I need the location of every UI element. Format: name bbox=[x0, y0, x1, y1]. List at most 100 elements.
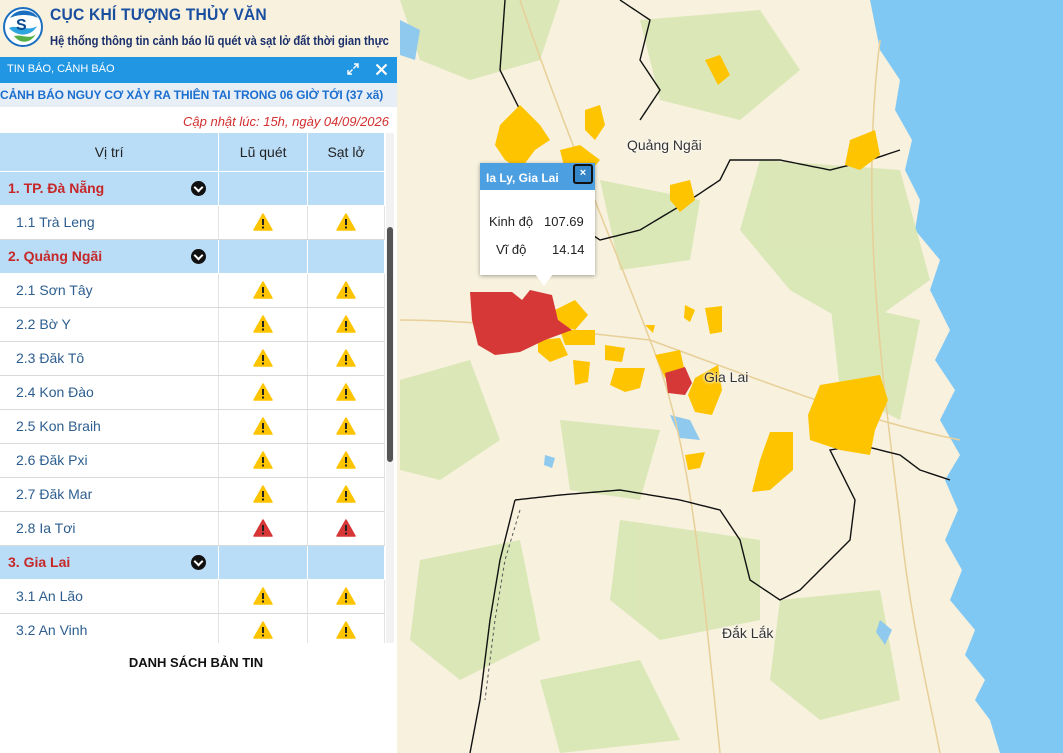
svg-text:S: S bbox=[16, 17, 27, 34]
landslide-cell bbox=[307, 341, 385, 376]
commune-row[interactable]: 2.1 Sơn Tây bbox=[0, 273, 385, 308]
landslide-cell bbox=[307, 477, 385, 512]
close-icon[interactable] bbox=[373, 61, 389, 77]
popup-lat-value: 14.14 bbox=[552, 242, 585, 257]
commune-name[interactable]: 2.6 Đăk Pxi bbox=[0, 443, 220, 478]
yellow-warning-icon bbox=[336, 587, 356, 605]
commune-name[interactable]: 2.5 Kon Braih bbox=[0, 409, 220, 444]
warning-table-body: 1. TP. Đà Nẵng 1.1 Trà Leng 2. Quảng Ngãi 2… bbox=[0, 171, 385, 643]
province-row[interactable]: 1. TP. Đà Nẵng bbox=[0, 171, 385, 206]
commune-name[interactable]: 2.8 Ia Tơi bbox=[0, 511, 220, 546]
yellow-warning-icon bbox=[253, 485, 273, 503]
commune-row[interactable]: 2.4 Kon Đào bbox=[0, 375, 385, 410]
system-subtitle: Hệ thống thông tin cảnh báo lũ quét và s… bbox=[50, 33, 389, 48]
col-flash-flood: Lũ quét bbox=[218, 133, 309, 172]
flash-flood-cell bbox=[218, 341, 309, 376]
yellow-warning-icon bbox=[336, 281, 356, 299]
popup-lat-label: Vĩ độ bbox=[496, 242, 527, 257]
commune-name[interactable]: 1.1 Trà Leng bbox=[0, 205, 220, 240]
province-label: 3. Gia Lai bbox=[8, 554, 71, 570]
yellow-warning-icon bbox=[253, 383, 273, 401]
yellow-warning-icon bbox=[336, 417, 356, 435]
update-timestamp: Cập nhật lúc: 15h, ngày 04/09/2026 bbox=[183, 114, 389, 129]
chevron-down-icon[interactable] bbox=[191, 180, 207, 196]
panel-title: TIN BÁO, CẢNH BÁO bbox=[7, 63, 115, 75]
yellow-warning-icon bbox=[336, 621, 356, 639]
chevron-down-icon[interactable] bbox=[191, 248, 207, 264]
popup-title: Ia Ly, Gia Lai bbox=[486, 171, 559, 185]
commune-row[interactable]: 2.7 Đăk Mar bbox=[0, 477, 385, 512]
app-header: S CỤC KHÍ TƯỢNG THỦY VĂN Hệ thống thông … bbox=[0, 0, 397, 57]
landslide-cell bbox=[307, 307, 385, 342]
province-name[interactable]: 3. Gia Lai bbox=[0, 545, 220, 580]
commune-row[interactable]: 2.2 Bờ Y bbox=[0, 307, 385, 342]
flash-flood-cell bbox=[218, 443, 309, 478]
yellow-warning-icon bbox=[253, 349, 273, 367]
commune-name[interactable]: 3.2 An Vinh bbox=[0, 613, 220, 643]
yellow-warning-icon bbox=[336, 315, 356, 333]
commune-name[interactable]: 2.2 Bờ Y bbox=[0, 307, 220, 342]
commune-row[interactable]: 3.1 An Lão bbox=[0, 579, 385, 614]
province-label: 1. TP. Đà Nẵng bbox=[8, 180, 105, 196]
yellow-warning-icon bbox=[336, 213, 356, 231]
province-name[interactable]: 2. Quảng Ngãi bbox=[0, 239, 220, 274]
landslide-cell bbox=[307, 409, 385, 444]
commune-name[interactable]: 2.1 Sơn Tây bbox=[0, 273, 220, 308]
popup-lon-label: Kinh độ bbox=[489, 214, 534, 229]
landslide-cell bbox=[307, 613, 385, 643]
province-landslide-cell bbox=[307, 545, 385, 580]
commune-name[interactable]: 2.7 Đăk Mar bbox=[0, 477, 220, 512]
chevron-down-icon[interactable] bbox=[191, 554, 207, 570]
commune-row[interactable]: 2.8 Ia Tơi bbox=[0, 511, 385, 546]
yellow-warning-icon bbox=[253, 451, 273, 469]
province-flash-cell bbox=[218, 171, 309, 206]
province-landslide-cell bbox=[307, 239, 385, 274]
red-warning-icon bbox=[253, 519, 273, 537]
yellow-warning-icon bbox=[336, 383, 356, 401]
yellow-warning-icon bbox=[253, 587, 273, 605]
flash-flood-cell bbox=[218, 511, 309, 546]
flash-flood-cell bbox=[218, 375, 309, 410]
red-warning-icon bbox=[336, 519, 356, 537]
flash-flood-cell bbox=[218, 409, 309, 444]
commune-row[interactable]: 2.6 Đăk Pxi bbox=[0, 443, 385, 478]
province-flash-cell bbox=[218, 545, 309, 580]
popup-pointer bbox=[535, 274, 553, 286]
map-label-gia-lai: Gia Lai bbox=[704, 369, 749, 385]
landslide-cell bbox=[307, 375, 385, 410]
expand-icon[interactable] bbox=[345, 61, 361, 77]
flash-flood-cell bbox=[218, 273, 309, 308]
commune-name[interactable]: 2.3 Đăk Tô bbox=[0, 341, 220, 376]
yellow-warning-icon bbox=[253, 621, 273, 639]
panel-titlebar: TIN BÁO, CẢNH BÁO bbox=[0, 57, 397, 83]
landslide-cell bbox=[307, 273, 385, 308]
commune-row[interactable]: 2.3 Đăk Tô bbox=[0, 341, 385, 376]
commune-row[interactable]: 3.2 An Vinh bbox=[0, 613, 385, 643]
province-row[interactable]: 3. Gia Lai bbox=[0, 545, 385, 580]
flash-flood-cell bbox=[218, 613, 309, 643]
yellow-warning-icon bbox=[253, 417, 273, 435]
yellow-warning-icon bbox=[336, 485, 356, 503]
popup-header: Ia Ly, Gia Lai × bbox=[480, 163, 595, 190]
yellow-warning-icon bbox=[253, 315, 273, 333]
popup-close-button[interactable]: × bbox=[573, 164, 593, 184]
agency-title: CỤC KHÍ TƯỢNG THỦY VĂN bbox=[50, 5, 267, 24]
yellow-warning-icon bbox=[336, 349, 356, 367]
col-location: Vị trí bbox=[0, 133, 220, 172]
landslide-cell bbox=[307, 205, 385, 240]
popup-lon-value: 107.69 bbox=[544, 214, 584, 229]
province-row[interactable]: 2. Quảng Ngãi bbox=[0, 239, 385, 274]
warning-heading: CẢNH BÁO NGUY CƠ XẢY RA THIÊN TAI TRONG … bbox=[0, 83, 397, 107]
bulletin-list-link[interactable]: DANH SÁCH BẢN TIN bbox=[0, 655, 392, 670]
warning-table-container[interactable]: Vị trí Lũ quét Sạt lở 1. TP. Đà Nẵng 1.1 … bbox=[0, 133, 386, 643]
province-flash-cell bbox=[218, 239, 309, 274]
commune-name[interactable]: 3.1 An Lão bbox=[0, 579, 220, 614]
commune-row[interactable]: 1.1 Trà Leng bbox=[0, 205, 385, 240]
warning-table: Vị trí Lũ quét Sạt lở 1. TP. Đà Nẵng 1.1 … bbox=[0, 133, 385, 643]
province-name[interactable]: 1. TP. Đà Nẵng bbox=[0, 171, 220, 206]
commune-name[interactable]: 2.4 Kon Đào bbox=[0, 375, 220, 410]
commune-row[interactable]: 2.5 Kon Braih bbox=[0, 409, 385, 444]
panel-scrollbar[interactable] bbox=[386, 133, 394, 643]
scroll-thumb[interactable] bbox=[387, 227, 393, 462]
province-label: 2. Quảng Ngãi bbox=[8, 248, 103, 264]
